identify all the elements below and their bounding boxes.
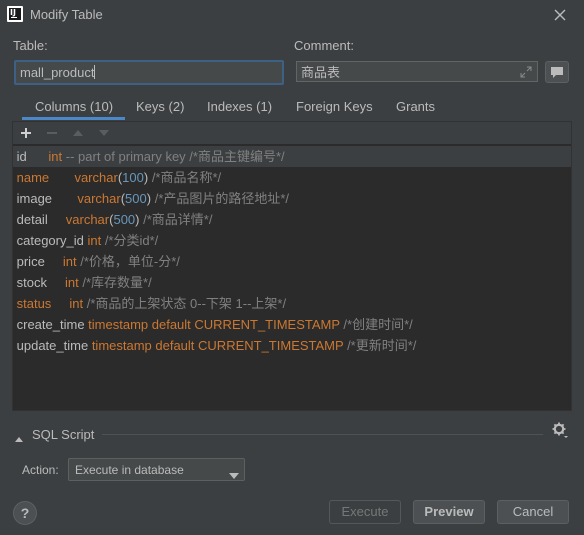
- column-type: int: [87, 233, 102, 248]
- gear-icon[interactable]: [551, 421, 569, 439]
- column-name: category_id: [16, 233, 84, 248]
- preview-button[interactable]: Preview: [413, 500, 485, 524]
- column-name: id: [16, 149, 27, 164]
- sql-script-toggle[interactable]: SQL Script: [32, 427, 94, 442]
- column-comment: /*商品详情*/: [139, 212, 213, 227]
- column-comment: /*商品的上架状态 0--下架 1--上架*/: [83, 296, 287, 311]
- action-select-value: Execute in database: [75, 463, 184, 477]
- column-length: 500: [125, 191, 147, 206]
- comment-button[interactable]: [545, 61, 569, 83]
- column-type: int: [69, 296, 84, 311]
- active-tab-indicator: [22, 117, 125, 120]
- column-comment: /*产品图片的路径地址*/: [151, 191, 290, 206]
- tab-foreign-keys[interactable]: Foreign Keys: [296, 99, 373, 114]
- column-spacer: [48, 212, 66, 227]
- comment-icon: [551, 67, 563, 78]
- chevron-down-icon: [229, 467, 239, 479]
- column-name: detail: [16, 212, 48, 227]
- close-icon[interactable]: [550, 5, 570, 25]
- column-comment: /*库存数量*/: [78, 275, 152, 290]
- help-button[interactable]: ?: [13, 501, 37, 525]
- column-spacer: [47, 275, 65, 290]
- comment-value: 商品表: [301, 65, 341, 80]
- table-row[interactable]: status int /*商品的上架状态 0--下架 1--上架*/: [13, 293, 571, 314]
- table-name-input[interactable]: mall_product: [14, 60, 284, 85]
- move-up-icon[interactable]: [69, 124, 87, 142]
- remove-icon[interactable]: [43, 124, 61, 142]
- column-spacer: [27, 149, 49, 164]
- column-type: int: [62, 254, 77, 269]
- cancel-button[interactable]: Cancel: [497, 500, 569, 524]
- table-row[interactable]: id int -- part of primary key /*商品主键编号*/: [13, 146, 571, 167]
- table-row[interactable]: detail varchar(500) /*商品详情*/: [13, 209, 571, 230]
- tab-indexes[interactable]: Indexes (1): [207, 99, 272, 114]
- table-row[interactable]: image varchar(500) /*产品图片的路径地址*/: [13, 188, 571, 209]
- table-row[interactable]: price int /*价格，单位-分*/: [13, 251, 571, 272]
- column-name: stock: [16, 275, 47, 290]
- column-spacer: [45, 254, 63, 269]
- column-extra: -- part of primary key: [62, 149, 186, 164]
- column-spacer: [52, 191, 77, 206]
- table-row[interactable]: name varchar(100) /*商品名称*/: [13, 167, 571, 188]
- column-type: varchar: [65, 212, 110, 227]
- column-comment: /*商品主键编号*/: [185, 149, 285, 164]
- table-row[interactable]: category_id int /*分类id*/: [13, 230, 571, 251]
- column-type: int: [65, 275, 79, 290]
- column-name: create_time: [16, 317, 85, 332]
- column-type: int: [48, 149, 63, 164]
- column-name: status: [16, 296, 52, 311]
- window-title: Modify Table: [30, 7, 103, 22]
- column-length: 100: [122, 170, 144, 185]
- comment-input[interactable]: 商品表: [296, 61, 538, 82]
- column-name: price: [16, 254, 45, 269]
- column-type: varchar: [74, 170, 118, 185]
- execute-button[interactable]: Execute: [329, 500, 401, 524]
- tab-keys[interactable]: Keys (2): [136, 99, 184, 114]
- table-row[interactable]: update_time timestamp default CURRENT_TI…: [13, 335, 571, 356]
- column-name: name: [16, 170, 50, 185]
- action-label: Action:: [22, 463, 59, 477]
- comment-label: Comment:: [294, 38, 354, 53]
- column-type: timestamp default CURRENT_TIMESTAMP: [88, 317, 340, 332]
- expand-icon[interactable]: [520, 66, 532, 78]
- app-icon: IJ: [7, 6, 23, 22]
- column-comment: /*价格，单位-分*/: [76, 254, 180, 269]
- table-label: Table:: [13, 38, 48, 53]
- column-comment: /*分类id*/: [101, 233, 159, 248]
- move-down-icon[interactable]: [95, 124, 113, 142]
- tab-columns[interactable]: Columns (10): [35, 99, 113, 114]
- column-comment: /*创建时间*/: [339, 317, 413, 332]
- tab-grants[interactable]: Grants: [396, 99, 435, 114]
- column-comment: /*商品名称*/: [148, 170, 222, 185]
- column-name: image: [16, 191, 53, 206]
- column-type: timestamp default CURRENT_TIMESTAMP: [91, 338, 344, 353]
- column-name: update_time: [16, 338, 89, 353]
- divider: [102, 434, 543, 435]
- table-row[interactable]: create_time timestamp default CURRENT_TI…: [13, 314, 571, 335]
- collapse-arrow-icon[interactable]: [14, 431, 24, 442]
- column-spacer: [51, 296, 69, 311]
- column-spacer: [49, 170, 74, 185]
- column-comment: /*更新时间*/: [343, 338, 417, 353]
- table-name-value: mall_product: [20, 65, 95, 80]
- column-length: 500: [113, 212, 136, 227]
- table-row[interactable]: stock int /*库存数量*/: [13, 272, 571, 293]
- column-type: varchar: [77, 191, 121, 206]
- add-icon[interactable]: [17, 124, 35, 142]
